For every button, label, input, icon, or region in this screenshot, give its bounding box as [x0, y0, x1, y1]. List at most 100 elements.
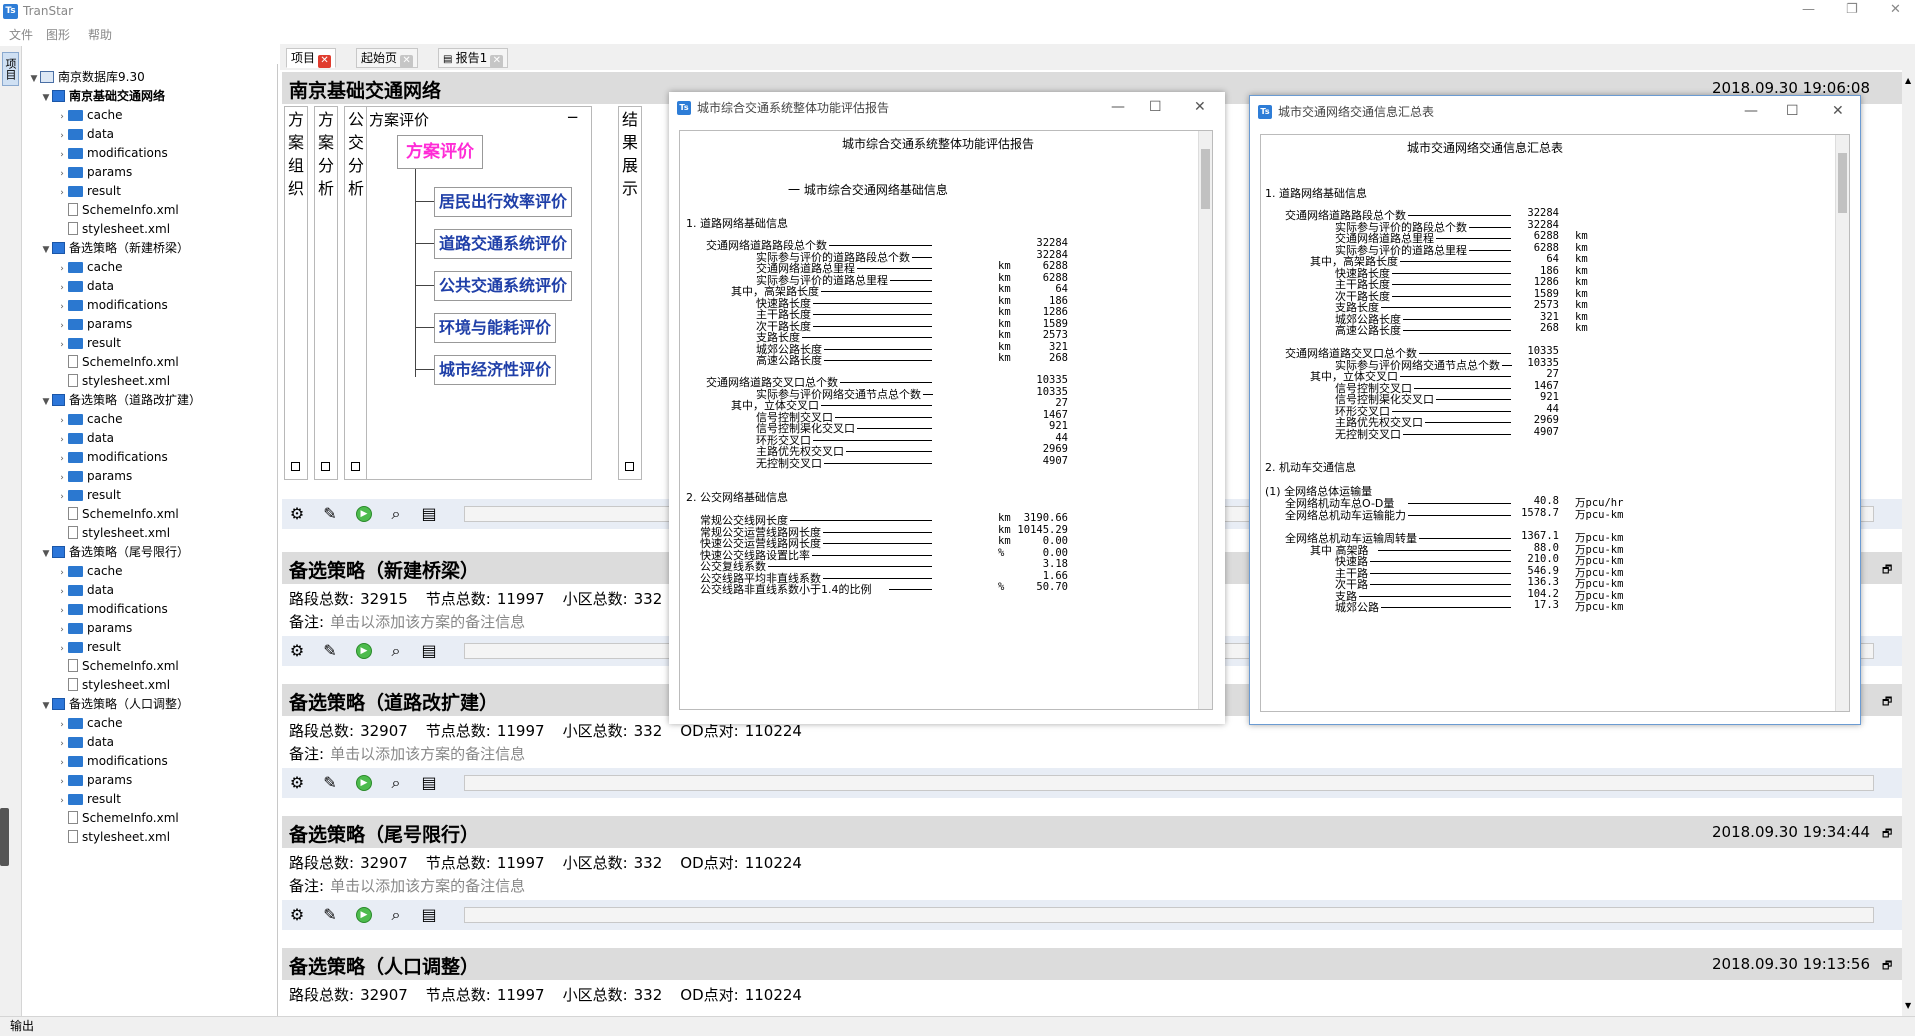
tree-item-result[interactable]: › result: [56, 790, 121, 809]
menu-graph[interactable]: 图形: [46, 26, 70, 43]
tree-item-result[interactable]: › result: [56, 486, 121, 505]
scheme-header[interactable]: 备选策略（人口调整） 2018.09.30 19:13:56 🗗: [282, 948, 1902, 980]
tree-item-cache[interactable]: › cache: [56, 410, 122, 429]
scheme-note[interactable]: 备注: 单击以添加该方案的备注信息: [289, 875, 525, 896]
minimize-icon[interactable]: —: [1802, 2, 1815, 17]
gear-icon[interactable]: ⚙: [287, 505, 307, 523]
scheme-header[interactable]: 备选策略（尾号限行） 2018.09.30 19:34:44 🗗: [282, 816, 1902, 848]
gear-icon[interactable]: ⚙: [287, 906, 307, 924]
output-bar[interactable]: 输出: [0, 1016, 1915, 1036]
gear-icon[interactable]: ⚙: [287, 642, 307, 660]
eval-root-node[interactable]: 方案评价: [397, 135, 483, 169]
close-tab-icon[interactable]: ✕: [400, 55, 414, 68]
run-icon[interactable]: ▶: [356, 643, 372, 659]
tree-item-stylesheet-xml[interactable]: stylesheet.xml: [56, 372, 170, 391]
tree-item-schemeinfo-xml[interactable]: SchemeInfo.xml: [56, 657, 179, 676]
tab-report1[interactable]: ▤ 报告1 ✕: [438, 48, 509, 68]
tree-item-data[interactable]: › data: [56, 429, 114, 448]
eval-node-1[interactable]: 道路交通系统评价: [434, 229, 573, 259]
tree-item-schemeinfo-xml[interactable]: SchemeInfo.xml: [56, 505, 179, 524]
pencil-icon[interactable]: ✎: [320, 774, 340, 792]
eval-node-2[interactable]: 公共交通系统评价: [434, 271, 573, 301]
scroll-up-icon[interactable]: ▲: [1905, 76, 1911, 85]
column-scheme-analysis[interactable]: 方案分析: [314, 106, 338, 480]
side-drag-handle[interactable]: [0, 808, 9, 866]
tree-item-schemeinfo-xml[interactable]: SchemeInfo.xml: [56, 201, 179, 220]
tree-item-params[interactable]: › params: [56, 163, 132, 182]
tree-item-params[interactable]: › params: [56, 771, 132, 790]
main-vertical-scrollbar[interactable]: ▲ ▼: [1902, 70, 1915, 1016]
pencil-icon[interactable]: ✎: [320, 505, 340, 523]
search-icon[interactable]: ⌕: [386, 505, 406, 523]
tab-start-page[interactable]: 起始页 ✕: [356, 48, 419, 68]
collapse-icon[interactable]: [291, 462, 300, 471]
scroll-down-icon[interactable]: ▼: [1905, 1001, 1911, 1010]
pencil-icon[interactable]: ✎: [320, 642, 340, 660]
tree-item-cache[interactable]: › cache: [56, 106, 122, 125]
scroll-thumb[interactable]: [1838, 153, 1847, 213]
close-icon[interactable]: ✕: [1890, 2, 1901, 17]
minimize-icon[interactable]: —: [1744, 103, 1758, 119]
tab-project[interactable]: 项目 ✕: [286, 48, 337, 68]
chevron-down-icon[interactable]: ▼: [40, 89, 52, 108]
tree-item-params[interactable]: › params: [56, 619, 132, 638]
report-scrollbar[interactable]: [1835, 135, 1849, 711]
tree-item-cache[interactable]: › cache: [56, 714, 122, 733]
tree-item-data[interactable]: › data: [56, 277, 114, 296]
pin-icon[interactable]: 🗗: [1882, 957, 1892, 976]
tree-item-modifications[interactable]: › modifications: [56, 144, 168, 163]
close-icon[interactable]: ✕: [1194, 99, 1206, 115]
document-icon[interactable]: ▤: [419, 642, 439, 660]
eval-node-3[interactable]: 环境与能耗评价: [434, 313, 557, 343]
run-icon[interactable]: ▶: [356, 506, 372, 522]
tree-item-cache[interactable]: › cache: [56, 258, 122, 277]
tree-item-cache[interactable]: › cache: [56, 562, 122, 581]
tree-scheme-node[interactable]: ▼ 备选策略（人口调整）: [40, 695, 189, 714]
pin-icon[interactable]: 🗗: [1882, 561, 1892, 580]
gear-icon[interactable]: ⚙: [287, 774, 307, 792]
tree-item-stylesheet-xml[interactable]: stylesheet.xml: [56, 828, 170, 847]
eval-node-4[interactable]: 城市经济性评价: [434, 355, 557, 385]
document-icon[interactable]: ▤: [419, 774, 439, 792]
close-icon[interactable]: ✕: [1832, 103, 1844, 119]
maximize-icon[interactable]: ☐: [1149, 99, 1162, 115]
chevron-down-icon[interactable]: ▼: [40, 697, 52, 716]
chevron-down-icon[interactable]: ▼: [40, 241, 52, 260]
collapse-icon[interactable]: [351, 462, 360, 471]
search-icon[interactable]: ⌕: [386, 774, 406, 792]
search-icon[interactable]: ⌕: [386, 906, 406, 924]
tree-root[interactable]: ▼ 南京数据库9.30: [28, 68, 145, 87]
run-icon[interactable]: ▶: [356, 907, 372, 923]
pin-icon[interactable]: 🗗: [1882, 825, 1892, 844]
tree-item-params[interactable]: › params: [56, 467, 132, 486]
restore-icon[interactable]: ❐: [1846, 2, 1858, 17]
tree-item-data[interactable]: › data: [56, 581, 114, 600]
tree-item-stylesheet-xml[interactable]: stylesheet.xml: [56, 676, 170, 695]
document-icon[interactable]: ▤: [419, 505, 439, 523]
tree-item-modifications[interactable]: › modifications: [56, 600, 168, 619]
close-tab-icon[interactable]: ✕: [318, 55, 332, 68]
maximize-icon[interactable]: ☐: [1786, 103, 1799, 119]
tree-scheme-node[interactable]: ▼ 备选策略（新建桥梁）: [40, 239, 189, 258]
tree-item-params[interactable]: › params: [56, 315, 132, 334]
tree-item-modifications[interactable]: › modifications: [56, 296, 168, 315]
tree-scheme-node[interactable]: ▼ 备选策略（尾号限行）: [40, 543, 189, 562]
chevron-down-icon[interactable]: ▼: [28, 70, 40, 89]
chevron-down-icon[interactable]: ▼: [40, 545, 52, 564]
document-icon[interactable]: ▤: [419, 906, 439, 924]
tree-item-schemeinfo-xml[interactable]: SchemeInfo.xml: [56, 353, 179, 372]
scheme-note[interactable]: 备注: 单击以添加该方案的备注信息: [289, 611, 525, 632]
side-tab-project[interactable]: 项目: [2, 52, 19, 86]
tree-item-stylesheet-xml[interactable]: stylesheet.xml: [56, 220, 170, 239]
tree-item-modifications[interactable]: › modifications: [56, 448, 168, 467]
tree-item-result[interactable]: › result: [56, 334, 121, 353]
tree-item-modifications[interactable]: › modifications: [56, 752, 168, 771]
menu-file[interactable]: 文件: [9, 26, 33, 43]
tree-item-result[interactable]: › result: [56, 638, 121, 657]
scroll-thumb[interactable]: [1201, 149, 1210, 209]
tree-scheme-node[interactable]: ▼ 备选策略（道路改扩建）: [40, 391, 201, 410]
pencil-icon[interactable]: ✎: [320, 906, 340, 924]
minus-icon[interactable]: −: [566, 108, 579, 126]
menu-help[interactable]: 帮助: [88, 26, 112, 43]
run-icon[interactable]: ▶: [356, 775, 372, 791]
